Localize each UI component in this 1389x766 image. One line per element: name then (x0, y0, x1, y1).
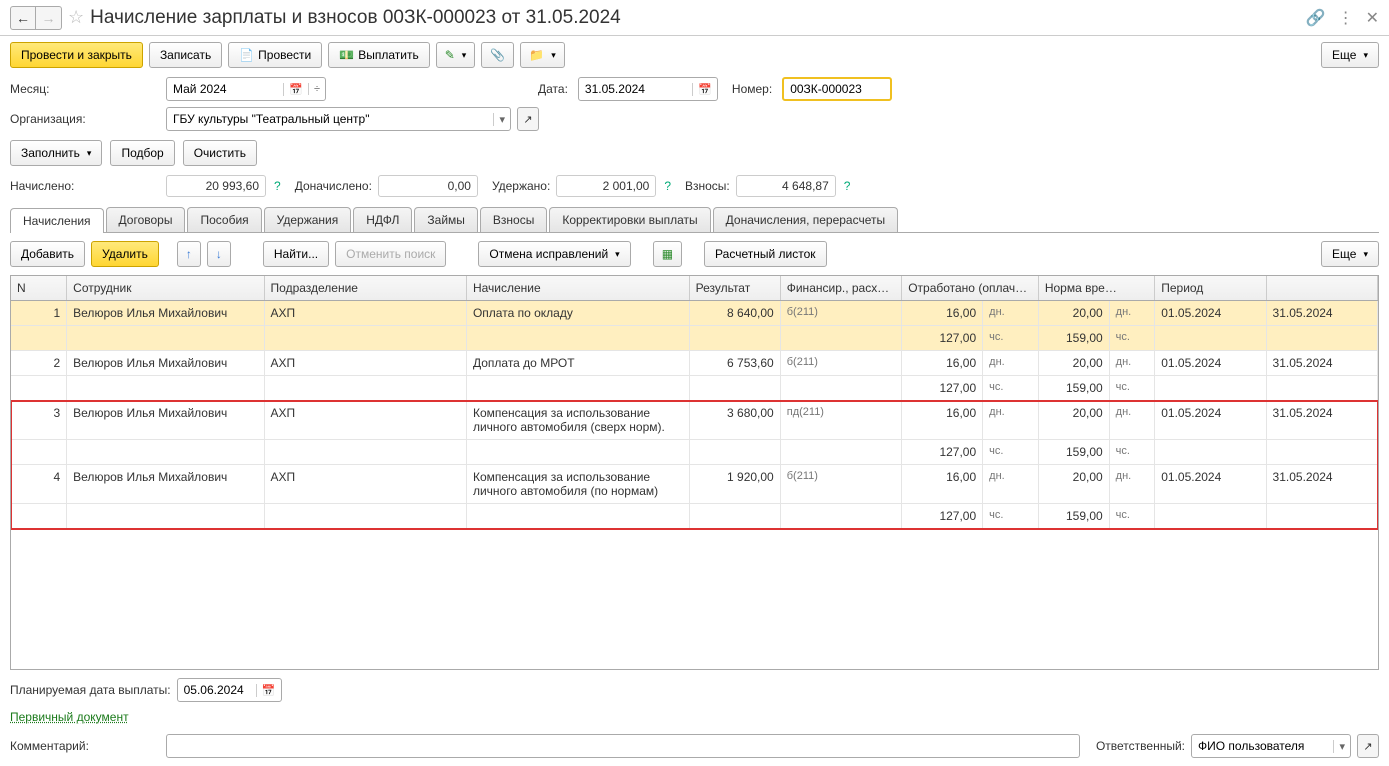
chevron-down-icon[interactable]: ▾ (493, 113, 510, 126)
save-button[interactable]: Записать (149, 42, 222, 68)
tab-3[interactable]: Удержания (264, 207, 352, 232)
comment-input[interactable] (167, 737, 1079, 755)
cancel-search-button: Отменить поиск (335, 241, 446, 267)
responsible-label: Ответственный: (1096, 739, 1185, 753)
column-header[interactable]: Норма вре… (1038, 276, 1154, 301)
move-up-button[interactable] (177, 241, 201, 267)
contrib-label: Взносы: (685, 179, 730, 193)
column-header[interactable]: Финансир., расходы (780, 276, 901, 301)
accruals-grid[interactable]: NСотрудникПодразделениеНачислениеРезульт… (10, 275, 1379, 670)
chevron-down-icon[interactable]: ▾ (1333, 740, 1350, 753)
month-label: Месяц: (10, 82, 160, 96)
find-button[interactable]: Найти... (263, 241, 329, 267)
table-subrow[interactable]: 127,00чс.159,00чс. (11, 376, 1378, 401)
paydate-input[interactable] (178, 681, 256, 699)
table-subrow[interactable]: 127,00чс.159,00чс. (11, 504, 1378, 529)
table-row[interactable]: 1Велюров Илья МихайловичАХПОплата по окл… (11, 301, 1378, 326)
table-row[interactable]: 3Велюров Илья МихайловичАХПКомпенсация з… (11, 401, 1378, 440)
accrued-label: Начислено: (10, 179, 160, 193)
date-label: Дата: (538, 82, 568, 96)
column-header[interactable]: Сотрудник (67, 276, 264, 301)
paydate-label: Планируемая дата выплаты: (10, 683, 171, 697)
tab-7[interactable]: Корректировки выплаты (549, 207, 710, 232)
addl-label: Доначислено: (295, 179, 372, 193)
folder-dropdown-button[interactable]: 📁 (520, 42, 564, 68)
pay-icon: 💵 (339, 48, 354, 62)
number-label: Номер: (732, 82, 772, 96)
nav-forward-button[interactable]: → (36, 6, 62, 30)
tab-6[interactable]: Взносы (480, 207, 547, 232)
open-org-button[interactable]: ↗ (517, 107, 539, 131)
close-icon[interactable]: ✕ (1366, 8, 1379, 28)
addl-value: 0,00 (378, 175, 478, 197)
column-header[interactable]: N (11, 276, 67, 301)
column-header[interactable]: Отработано (оплаче… (902, 276, 1039, 301)
org-label: Организация: (10, 112, 160, 126)
open-responsible-button[interactable]: ↗ (1357, 734, 1379, 758)
add-row-button[interactable]: Добавить (10, 241, 85, 267)
attach-button[interactable]: 📎 (481, 42, 514, 68)
favorite-star-icon[interactable]: ☆ (68, 7, 84, 28)
post-icon: 📄 (239, 48, 254, 62)
delete-row-button[interactable]: Удалить (91, 241, 159, 267)
grid-settings-button[interactable]: ▦ (653, 241, 682, 267)
payslip-button[interactable]: Расчетный листок (704, 241, 826, 267)
pay-button[interactable]: 💵Выплатить (328, 42, 429, 68)
column-header[interactable]: Результат (689, 276, 780, 301)
more-button[interactable]: Еще (1321, 42, 1379, 68)
arrow-down-icon (216, 247, 222, 261)
grid-more-button[interactable]: Еще (1321, 241, 1379, 267)
move-down-button[interactable] (207, 241, 231, 267)
tab-8[interactable]: Доначисления, перерасчеты (713, 207, 898, 232)
hint-icon[interactable]: ? (664, 179, 671, 193)
responsible-input[interactable] (1192, 737, 1333, 755)
grid-icon: ▦ (662, 247, 673, 261)
calendar-icon[interactable]: 📅 (256, 684, 281, 697)
table-subrow[interactable]: 127,00чс.159,00чс. (11, 440, 1378, 465)
cancel-corrections-button[interactable]: Отмена исправлений (478, 241, 630, 267)
primary-doc-link[interactable]: Первичный документ (10, 710, 129, 724)
nav-back-button[interactable]: ← (10, 6, 36, 30)
hint-icon[interactable]: ? (844, 179, 851, 193)
tab-0[interactable]: Начисления (10, 208, 104, 233)
select-button[interactable]: Подбор (110, 140, 174, 166)
column-header[interactable]: Подразделение (264, 276, 466, 301)
kebab-menu-icon[interactable]: ⋮ (1338, 8, 1354, 28)
date-input[interactable] (579, 80, 692, 98)
calendar-icon[interactable]: 📅 (692, 83, 717, 96)
column-header[interactable] (1266, 276, 1377, 301)
column-header[interactable]: Начисление (466, 276, 689, 301)
tab-5[interactable]: Займы (414, 207, 478, 232)
month-stepper[interactable]: ÷ (308, 83, 325, 95)
window-title: Начисление зарплаты и взносов 00ЗК-00002… (90, 7, 1306, 29)
edit-dropdown-button[interactable]: ✎ (436, 42, 476, 68)
tab-4[interactable]: НДФЛ (353, 207, 412, 232)
post-button[interactable]: 📄Провести (228, 42, 322, 68)
tab-2[interactable]: Пособия (187, 207, 261, 232)
contrib-value: 4 648,87 (736, 175, 836, 197)
calendar-icon[interactable]: 📅 (283, 83, 308, 96)
table-row[interactable]: 2Велюров Илья МихайловичАХПДоплата до МР… (11, 351, 1378, 376)
clear-button[interactable]: Очистить (183, 140, 257, 166)
table-subrow[interactable]: 127,00чс.159,00чс. (11, 326, 1378, 351)
folder-icon: 📁 (529, 48, 544, 62)
hint-icon[interactable]: ? (274, 179, 281, 193)
withheld-label: Удержано: (492, 179, 550, 193)
accrued-value: 20 993,60 (166, 175, 266, 197)
table-row[interactable]: 4Велюров Илья МихайловичАХПКомпенсация з… (11, 465, 1378, 504)
column-header[interactable]: Период (1155, 276, 1266, 301)
post-and-close-button[interactable]: Провести и закрыть (10, 42, 143, 68)
org-input[interactable] (167, 110, 493, 128)
tab-1[interactable]: Договоры (106, 207, 186, 232)
paperclip-icon: 📎 (490, 48, 505, 62)
arrow-up-icon (186, 247, 192, 261)
link-icon[interactable]: 🔗 (1306, 8, 1326, 28)
month-input[interactable] (167, 80, 283, 98)
pencil-icon: ✎ (445, 48, 455, 62)
fill-button[interactable]: Заполнить (10, 140, 102, 166)
withheld-value: 2 001,00 (556, 175, 656, 197)
number-input[interactable] (784, 80, 890, 98)
comment-label: Комментарий: (10, 739, 160, 753)
